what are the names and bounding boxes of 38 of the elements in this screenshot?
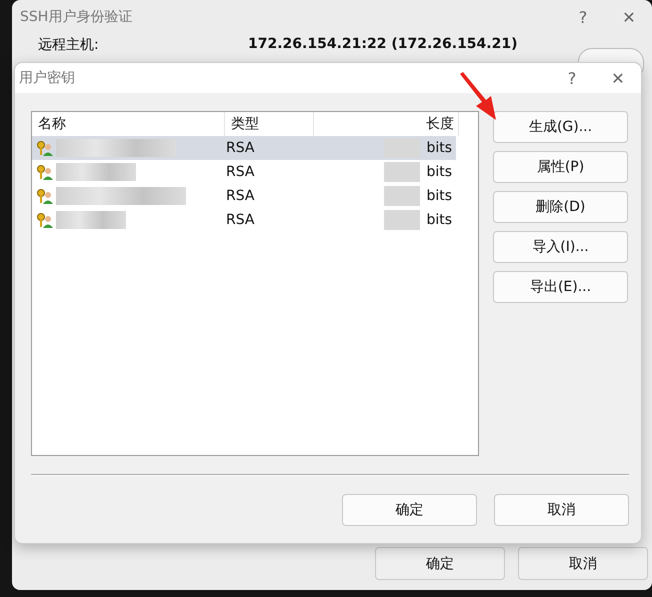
key-row[interactable]: RSA bits (32, 160, 456, 184)
key-row[interactable]: RSA bits (32, 184, 456, 208)
dialog-button[interactable]: 确定 (375, 547, 505, 580)
key-length: bits (426, 164, 452, 180)
key-row[interactable]: RSA bits (32, 208, 456, 232)
action-button[interactable]: 生成(G)... (493, 111, 628, 143)
dialog-button[interactable]: 取消 (518, 547, 648, 580)
close-button[interactable]: ✕ (595, 68, 641, 88)
key-type: RSA (225, 140, 256, 156)
help-button[interactable]: ? (549, 68, 595, 88)
key-length: bits (426, 212, 452, 228)
action-button[interactable]: 属性(P) (493, 151, 628, 183)
dialog-button[interactable]: 取消 (494, 494, 629, 526)
blurred-length (384, 210, 420, 230)
user-key-icon (36, 188, 54, 204)
host-value: 172.26.154.21:22 (172.26.154.21) (248, 36, 518, 52)
blurred-length (384, 186, 420, 206)
key-row[interactable]: RSA bits (32, 136, 456, 160)
action-button[interactable]: 导入(I)... (493, 231, 628, 263)
key-type: RSA (225, 164, 256, 180)
key-length: bits (426, 140, 452, 156)
close-button[interactable]: ✕ (606, 6, 652, 28)
window-title: SSH用户身份验证 (20, 8, 134, 26)
key-type: RSA (225, 212, 256, 228)
pointer-arrow (458, 72, 498, 122)
dialog-button[interactable]: 确定 (342, 494, 477, 526)
host-label: 远程主机: (38, 36, 100, 54)
help-button[interactable]: ? (560, 6, 606, 28)
action-button[interactable]: 删除(D) (493, 191, 628, 223)
blurred-name (56, 211, 126, 229)
key-length: bits (426, 188, 452, 204)
dialog-title: 用户密钥 (19, 69, 76, 87)
action-button[interactable]: 导出(E)... (493, 271, 628, 303)
user-key-icon (36, 212, 54, 228)
user-key-icon (36, 164, 54, 180)
key-type: RSA (225, 188, 256, 204)
blurred-length (384, 162, 420, 182)
user-key-icon (36, 140, 54, 156)
